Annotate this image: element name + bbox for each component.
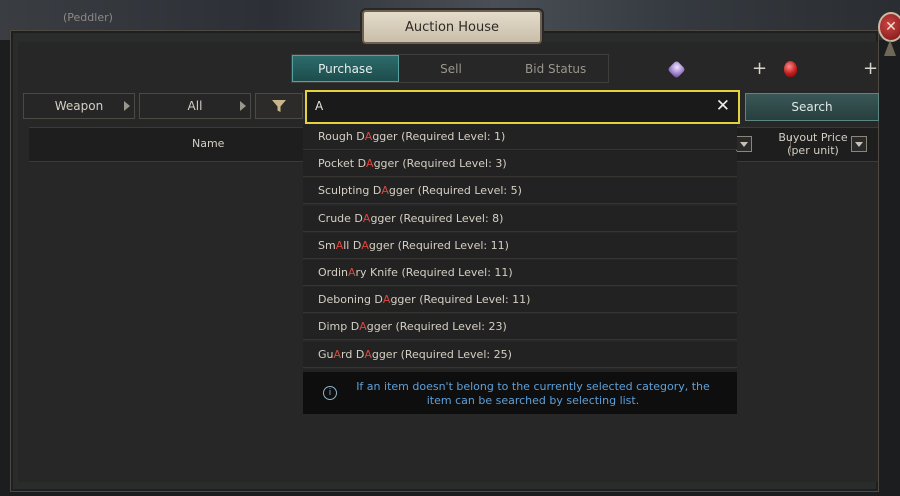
suggestion-text: ry Knife (Required Level: 11) [355, 265, 513, 279]
subcategory-dropdown[interactable]: All [139, 93, 251, 119]
suggestion-item[interactable]: Gu Ard D Agger (Required Level: 25) [303, 341, 737, 368]
suggestion-text: Gu [318, 347, 334, 361]
suggestion-item[interactable]: Crude D Agger (Required Level: 8) [303, 205, 737, 232]
info-icon: i [323, 386, 337, 400]
suggestion-text: Deboning D [318, 293, 383, 307]
match-highlight: A [362, 211, 371, 225]
chevron-right-icon [240, 101, 246, 111]
suggestion-text: gger (Required Level: 23) [366, 320, 507, 334]
add-red-currency-button[interactable]: + [863, 58, 878, 79]
window-title: Auction House [362, 10, 542, 44]
suggestion-text: Sculpting D [318, 184, 382, 198]
filter-button[interactable] [255, 93, 303, 119]
suggestion-text: rd D [341, 347, 365, 361]
info-text: If an item doesn't belong to the current… [356, 380, 710, 407]
currency-purple [667, 59, 686, 79]
suggestion-text: gger (Required Level: 5) [388, 184, 522, 198]
suggestion-text: gger (Required Level: 11) [390, 293, 531, 307]
chevron-right-icon [124, 101, 130, 111]
suggestion-text: gger (Required Level: 8) [370, 211, 504, 225]
buyout-sort-dropdown-icon[interactable] [851, 136, 867, 152]
match-highlight: A [361, 238, 369, 252]
suggestion-text: gger (Required Level: 11) [368, 238, 509, 252]
suggestion-text: Dimp D [318, 320, 360, 334]
suggestion-text: Crude D [318, 211, 363, 225]
search-button[interactable]: Search [745, 93, 879, 121]
tab-sell[interactable]: Sell [399, 55, 504, 82]
clear-search-icon[interactable]: ✕ [716, 96, 730, 116]
side-handle-icon[interactable] [884, 40, 896, 56]
red-gem-icon [784, 61, 797, 77]
purple-gem-icon [667, 59, 686, 79]
match-highlight: A [366, 157, 374, 171]
match-highlight: A [382, 293, 391, 307]
suggestion-item[interactable]: Pocket D Agger (Required Level: 3) [303, 151, 737, 178]
close-icon: ✕ [885, 19, 897, 35]
suggestion-text: Rough D [318, 130, 365, 143]
suggestion-item[interactable]: Sculpting D Agger (Required Level: 5) [303, 178, 737, 205]
match-highlight: A [364, 130, 373, 143]
buyout-label-line2: (per unit) [787, 144, 839, 157]
suggestion-text: Pocket D [318, 157, 367, 171]
category-dropdown[interactable]: Weapon [23, 93, 135, 119]
match-highlight: A [335, 238, 344, 252]
match-highlight: A [364, 347, 372, 361]
category-value: Weapon [54, 99, 104, 113]
npc-subtitle: (Peddler) [63, 11, 113, 24]
suggestion-text: gger (Required Level: 25) [371, 347, 512, 361]
column-header-buyout: Buyout Price (per unit) [769, 131, 857, 157]
suggestion-item[interactable]: Deboning D Agger (Required Level: 11) [303, 287, 737, 314]
search-suggestions-list: Rough D Agger (Required Level: 1) Pocket D… [303, 124, 737, 372]
match-highlight: A [333, 347, 342, 361]
close-button[interactable]: ✕ [878, 12, 900, 42]
suggestion-item[interactable]: Sm All D Agger (Required Level: 11) [303, 232, 737, 259]
tab-purchase[interactable]: Purchase [292, 55, 399, 82]
suggestion-text: gger (Required Level: 3) [373, 157, 507, 171]
suggestion-text: Sm [318, 238, 336, 252]
tab-bid-status[interactable]: Bid Status [503, 55, 608, 82]
currency-red [784, 60, 797, 78]
search-input[interactable]: A ✕ [305, 90, 740, 124]
suggestion-item[interactable]: Ordin Ary Knife (Required Level: 11) [303, 259, 737, 286]
search-input-value: A [315, 99, 324, 113]
buyout-label-line1: Buyout Price [778, 131, 848, 144]
match-highlight: A [359, 320, 367, 334]
suggestion-item[interactable]: Rough D Agger (Required Level: 1) [303, 124, 737, 150]
column-header-name: Name [192, 137, 225, 150]
suggestion-text: Ordin [318, 265, 348, 279]
suggestion-text: ll D [343, 238, 362, 252]
match-highlight: A [348, 265, 356, 279]
window-title-text: Auction House [404, 19, 500, 35]
add-purple-currency-button[interactable]: + [752, 58, 767, 79]
suggestion-item[interactable]: Dimp D Agger (Required Level: 23) [303, 314, 737, 341]
match-highlight: A [381, 184, 389, 198]
funnel-icon [272, 100, 286, 112]
sort-dropdown-icon[interactable] [736, 136, 752, 152]
info-banner: i If an item doesn't belong to the curre… [303, 372, 737, 414]
tab-bar: Purchase Sell Bid Status [291, 54, 609, 83]
subcategory-value: All [187, 99, 203, 113]
suggestion-text: gger (Required Level: 1) [372, 130, 506, 143]
